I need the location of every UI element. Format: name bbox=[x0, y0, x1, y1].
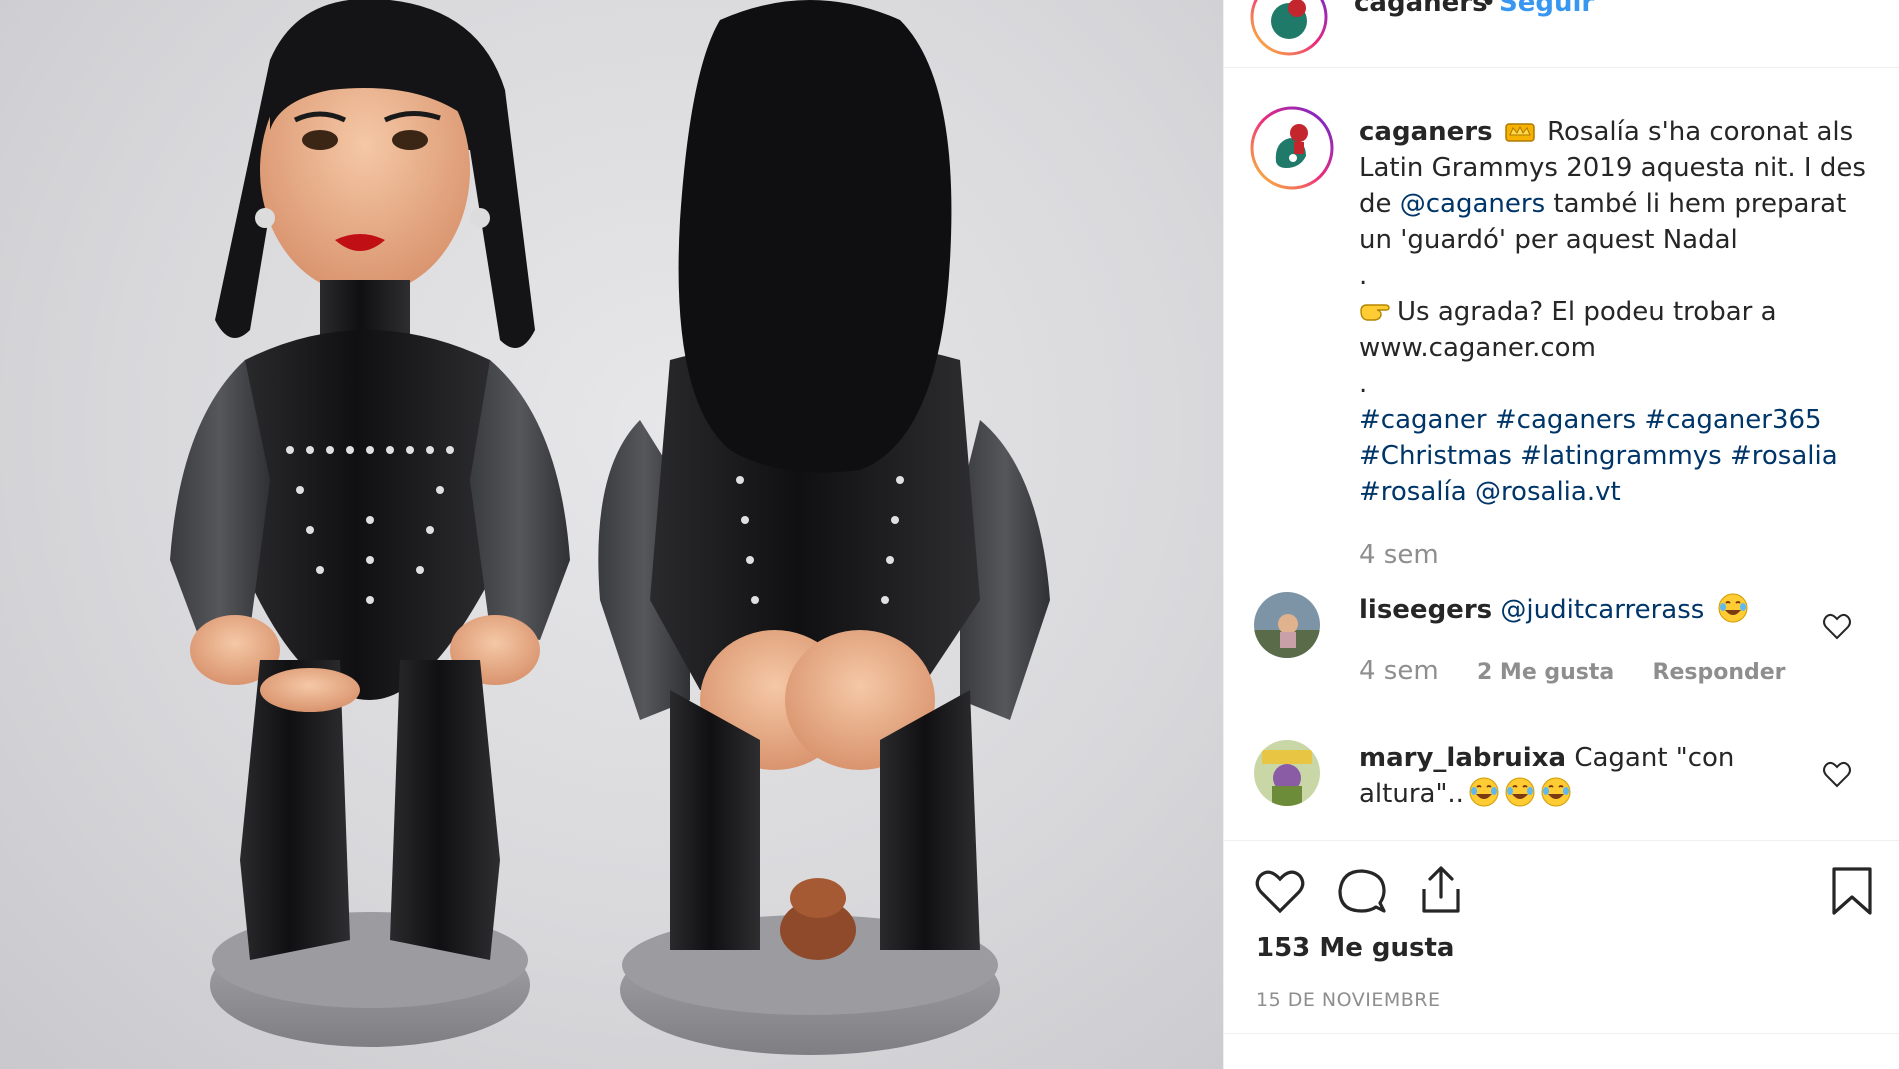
caption-para-2: Us agrada? El podeu trobar a www.caganer… bbox=[1359, 294, 1869, 366]
post-image[interactable] bbox=[0, 0, 1223, 1069]
hashtag[interactable]: #caganer bbox=[1359, 405, 1487, 435]
follow-button[interactable]: Seguir bbox=[1499, 0, 1594, 18]
hashtag[interactable]: #rosalia bbox=[1730, 441, 1838, 471]
comment-like-heart-icon[interactable] bbox=[1822, 612, 1852, 640]
header-username[interactable]: caganers bbox=[1354, 0, 1488, 18]
caption-hashtags: #caganer #caganers #caganer365 #Christma… bbox=[1359, 402, 1869, 510]
caption-avatar[interactable] bbox=[1250, 106, 1334, 190]
footer-divider bbox=[1224, 1033, 1899, 1034]
crown-emoji bbox=[1505, 116, 1535, 142]
post-actions: 153 Me gusta 15 DE NOVIEMBRE bbox=[1224, 840, 1899, 1069]
laughing-tears-emoji bbox=[1504, 776, 1536, 808]
pointing-hand-emoji bbox=[1359, 297, 1391, 321]
comment-icon[interactable] bbox=[1336, 865, 1388, 917]
figurine-back bbox=[598, 0, 1050, 1055]
caption-username[interactable]: caganers bbox=[1359, 117, 1493, 147]
comment-avatar[interactable] bbox=[1254, 740, 1320, 806]
comment-username[interactable]: liseegers bbox=[1359, 595, 1492, 625]
caption-dot-2: . bbox=[1359, 369, 1368, 399]
laughing-tears-emoji bbox=[1717, 592, 1749, 624]
laughing-tears-emoji bbox=[1540, 776, 1572, 808]
heart-icon[interactable] bbox=[1254, 867, 1306, 915]
likes-count[interactable]: 153 Me gusta bbox=[1256, 933, 1454, 963]
caption-mention[interactable]: @caganers bbox=[1400, 189, 1545, 219]
caption-text-2: Us agrada? El podeu trobar a www.caganer… bbox=[1359, 297, 1777, 363]
header-separator: • bbox=[1481, 0, 1497, 18]
bookmark-icon[interactable] bbox=[1830, 865, 1874, 917]
header-avatar[interactable] bbox=[1250, 0, 1328, 56]
caption-tail-mention[interactable]: @rosalia.vt bbox=[1475, 477, 1621, 507]
share-icon[interactable] bbox=[1416, 863, 1466, 915]
caption-dot-1: . bbox=[1359, 261, 1368, 291]
hashtag[interactable]: #caganer365 bbox=[1644, 405, 1821, 435]
comment-text: mary_labruixa Cagant "con altura".. bbox=[1359, 740, 1829, 812]
comment-like-heart-icon[interactable] bbox=[1822, 760, 1852, 788]
post-sidebar: caganers • Seguir caganers Rosalía s'ha … bbox=[1223, 0, 1899, 1069]
figurine-front bbox=[170, 0, 570, 1047]
caption-time[interactable]: 4 sem bbox=[1359, 540, 1439, 570]
comment-avatar[interactable] bbox=[1254, 592, 1320, 658]
comment-time[interactable]: 4 sem bbox=[1359, 656, 1439, 686]
comment-likes[interactable]: 2 Me gusta bbox=[1477, 660, 1614, 685]
comment-text: liseegers @juditcarrerass bbox=[1359, 592, 1829, 628]
comment-mention[interactable]: @juditcarrerass bbox=[1500, 595, 1704, 625]
hashtag[interactable]: #caganers bbox=[1495, 405, 1636, 435]
hashtag[interactable]: #Christmas bbox=[1359, 441, 1512, 471]
comment-meta: 4 sem 2 Me gusta Responder bbox=[1359, 656, 1816, 686]
hashtag[interactable]: #rosalía bbox=[1359, 477, 1467, 507]
hashtag[interactable]: #latingrammys bbox=[1520, 441, 1722, 471]
post-date[interactable]: 15 DE NOVIEMBRE bbox=[1256, 989, 1440, 1011]
comment-username[interactable]: mary_labruixa bbox=[1359, 743, 1566, 773]
post-header: caganers • Seguir bbox=[1224, 0, 1899, 68]
post-caption: caganers Rosalía s'ha coronat als Latin … bbox=[1359, 114, 1869, 510]
comment-reply-button[interactable]: Responder bbox=[1653, 660, 1786, 685]
caganer-figurines-photo bbox=[170, 0, 1050, 1055]
laughing-tears-emoji bbox=[1468, 776, 1500, 808]
